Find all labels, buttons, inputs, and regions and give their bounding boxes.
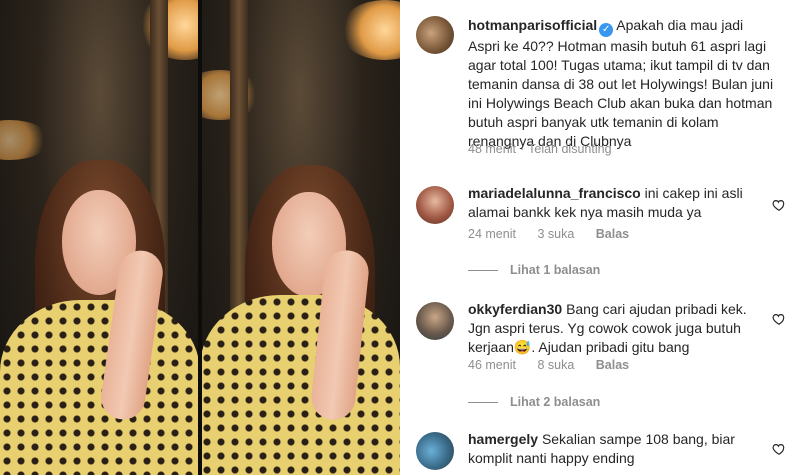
username[interactable]: hamergely xyxy=(468,431,538,447)
timestamp: 46 menit xyxy=(468,358,516,372)
reply-button[interactable]: Balas xyxy=(596,227,629,241)
edited-label: Telah disunting xyxy=(528,142,612,156)
username[interactable]: mariadelalunna_francisco xyxy=(468,185,641,201)
avatar[interactable] xyxy=(416,186,454,224)
photo-right xyxy=(200,0,400,475)
photo-divider xyxy=(198,0,202,475)
comment-meta: 46 menit 8 suka Balas xyxy=(468,358,647,372)
verified-badge-icon: ✓ xyxy=(599,23,614,37)
view-replies-button[interactable]: Lihat 2 balasan xyxy=(468,395,600,409)
comments-panel: hotmanparisofficial ✓ Apakah dia mau jadi… xyxy=(400,0,800,475)
replies-line xyxy=(468,270,498,272)
heart-icon[interactable] xyxy=(772,442,786,456)
reply-button[interactable]: Balas xyxy=(596,358,629,372)
caption-text: Apakah dia mau jadi Aspri ke 40?? Hotman… xyxy=(468,17,774,149)
photo-left xyxy=(0,0,200,475)
heart-icon[interactable] xyxy=(772,198,786,212)
timestamp: 48 menit xyxy=(468,142,516,156)
avatar[interactable] xyxy=(416,16,454,54)
view-replies-label: Lihat 2 balasan xyxy=(510,395,601,409)
view-replies-button[interactable]: Lihat 1 balasan xyxy=(468,263,600,277)
comment-meta: 24 menit 3 suka Balas xyxy=(468,227,647,241)
caption-meta: 48 menit · Telah disunting xyxy=(468,142,630,156)
avatar[interactable] xyxy=(416,432,454,470)
meta-separator: · xyxy=(519,142,525,156)
username[interactable]: hotmanparisofficial xyxy=(468,17,597,33)
like-count[interactable]: 8 suka xyxy=(537,358,574,372)
post-photo[interactable] xyxy=(0,0,400,475)
comment: okkyferdian30 Bang cari ajudan pribadi k… xyxy=(416,300,786,380)
replies-line xyxy=(468,402,498,404)
username[interactable]: okkyferdian30 xyxy=(468,301,562,317)
like-count[interactable]: 3 suka xyxy=(537,227,574,241)
timestamp: 24 menit xyxy=(468,227,516,241)
comment: mariadelalunna_francisco ini cakep ini a… xyxy=(416,184,786,254)
view-replies-label: Lihat 1 balasan xyxy=(510,263,601,277)
post-caption: hotmanparisofficial ✓ Apakah dia mau jadi… xyxy=(416,14,786,164)
comment: hamergely Sekalian sampe 108 bang, biar … xyxy=(416,430,786,475)
avatar[interactable] xyxy=(416,302,454,340)
heart-icon[interactable] xyxy=(772,312,786,326)
